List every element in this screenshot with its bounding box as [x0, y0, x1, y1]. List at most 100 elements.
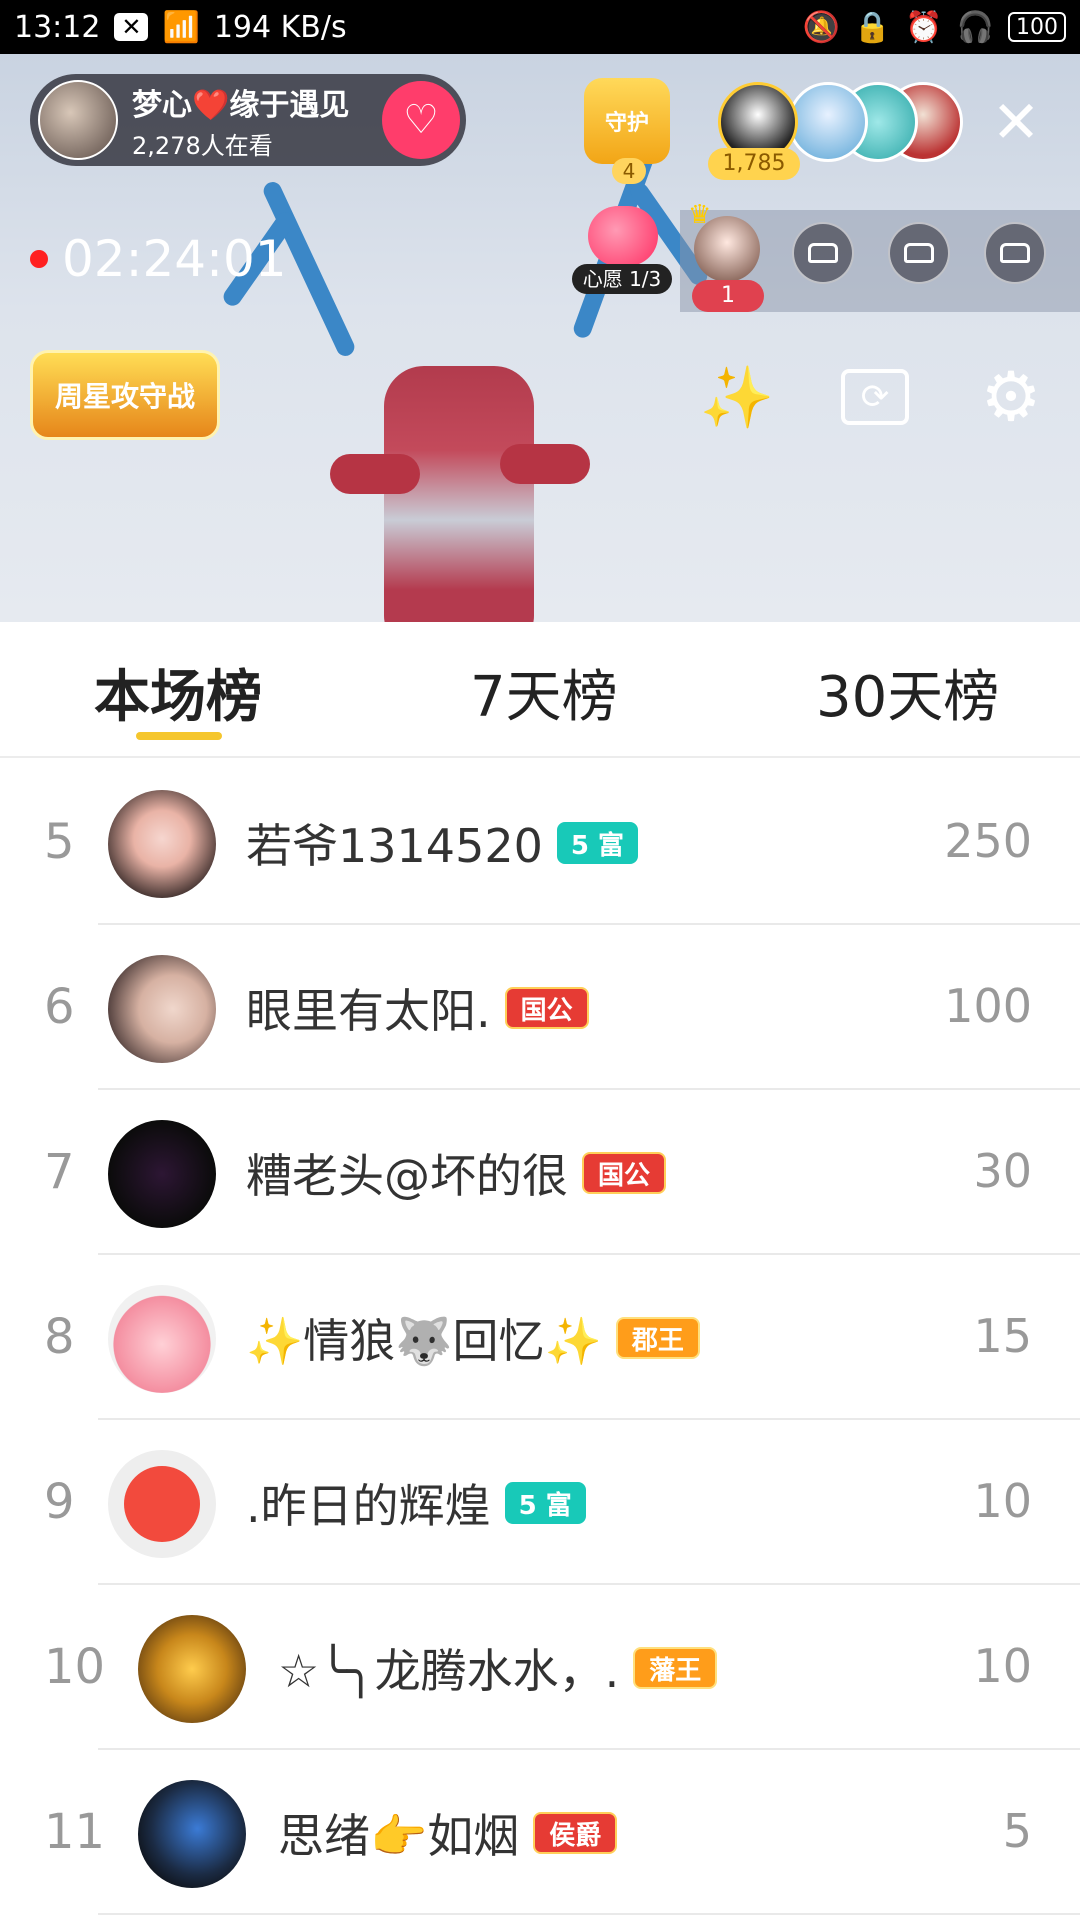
user-level-badge: 国公	[582, 1152, 667, 1194]
camera-switch-icon: ⟳	[841, 369, 909, 425]
empty-seat[interactable]	[888, 222, 950, 284]
user-level-badge: 郡王	[615, 1317, 700, 1359]
status-left: 13:12 ✕ 📶 194 KB/s	[14, 10, 347, 45]
rank-number: 5	[44, 814, 75, 870]
rank-number: 8	[44, 1309, 75, 1365]
ranking-row[interactable]: 7 糟老头@坏的很 国公 30	[0, 1090, 1080, 1255]
heart-plus-icon: ♡	[403, 97, 439, 143]
timer-text: 02:24:01	[62, 230, 287, 288]
user-level-badge: 藩王	[633, 1647, 718, 1689]
settings-button[interactable]: ⚙	[974, 357, 1048, 437]
seat-bar: ♛ 1	[680, 200, 1080, 312]
user-score: 30	[973, 1144, 1032, 1198]
divider	[98, 1913, 1080, 1915]
live-timer: 02:24:01	[30, 230, 287, 288]
user-name: ✨情狼🐺回忆✨	[246, 1314, 602, 1368]
event-badge-label: 周星攻守战	[54, 380, 195, 413]
ranking-row[interactable]: 10 ☆╰╮龙腾水水，. 藩王 10	[0, 1585, 1080, 1750]
live-video[interactable]: 梦心❤️缘于遇见 2,278人在看 ♡ 守护 4 1,785 ✕ 02:24:0…	[0, 54, 1080, 622]
status-time: 13:12	[14, 9, 101, 45]
user-level-badge: 5 富	[504, 1482, 586, 1524]
alarm-icon: ⏰	[905, 9, 943, 45]
user-avatar[interactable]	[108, 1450, 216, 1558]
guard-count: 4	[612, 158, 646, 184]
user-name-group: ☆╰╮龙腾水水，. 藩王	[278, 1635, 718, 1701]
user-level-badge: 国公	[504, 987, 589, 1029]
user-score: 15	[973, 1309, 1032, 1363]
user-level-badge: 侯爵	[533, 1812, 618, 1854]
ranking-list: 5 若爷1314520 5 富 250 6 眼里有太阳. 国公 100 7 糟老…	[0, 760, 1080, 1915]
viewer-count: 2,278人在看	[132, 131, 273, 160]
user-avatar[interactable]	[138, 1615, 246, 1723]
user-score: 10	[973, 1474, 1032, 1528]
host-info-pill[interactable]: 梦心❤️缘于遇见 2,278人在看 ♡	[30, 74, 466, 166]
switch-camera-button[interactable]: ⟳	[838, 360, 912, 434]
crown-icon: ♛	[688, 200, 712, 230]
ranking-row[interactable]: 6 眼里有太阳. 国公 100	[0, 925, 1080, 1090]
ranking-row[interactable]: 11 思绪👉如烟 侯爵 5	[0, 1750, 1080, 1915]
event-badge[interactable]: 周星攻守战	[30, 350, 220, 440]
rank-number: 7	[44, 1144, 75, 1200]
host-info: 梦心❤️缘于遇见 2,278人在看	[132, 80, 349, 161]
magic-wand-icon: ✨	[699, 362, 775, 433]
user-score: 10	[973, 1639, 1032, 1693]
guard-crown-icon: 守护	[584, 78, 670, 164]
user-name-group: 眼里有太阳. 国公	[246, 975, 589, 1041]
user-avatar[interactable]	[138, 1780, 246, 1888]
net-speed: 194 KB/s	[213, 9, 347, 45]
app-root: 13:12 ✕ 📶 194 KB/s 🔕 🔒 ⏰ 🎧 100 梦心❤️缘于遇见 …	[0, 0, 1080, 1920]
host-avatar[interactable]	[38, 80, 118, 160]
rank-number: 6	[44, 979, 75, 1035]
user-name-group: 思绪👉如烟 侯爵	[278, 1800, 618, 1866]
battery-indicator: 100	[1008, 12, 1066, 42]
user-avatar[interactable]	[108, 955, 216, 1063]
sofa-icon	[1000, 243, 1030, 263]
user-avatar[interactable]	[108, 1120, 216, 1228]
user-name: 思绪👉如烟	[278, 1809, 520, 1863]
deer-ear-right	[500, 444, 590, 484]
default-avatar-icon	[124, 1466, 200, 1542]
tab-7-days[interactable]: 7天榜	[470, 652, 618, 733]
mute-icon: 🔕	[802, 9, 840, 45]
empty-seat[interactable]	[792, 222, 854, 284]
guard-badge[interactable]: 守护 4	[584, 78, 676, 188]
status-right: 🔕 🔒 ⏰ 🎧 100	[803, 10, 1066, 45]
magic-button[interactable]: ✨	[699, 360, 775, 434]
wish-label: 心愿 1/3	[572, 264, 672, 294]
audience-count: 1,785	[708, 148, 800, 180]
user-level-badge: 5 富	[556, 822, 639, 864]
sofa-icon	[904, 243, 934, 263]
user-name: ☆╰╮龙腾水水，.	[278, 1644, 620, 1698]
rank-number: 10	[44, 1639, 106, 1695]
lock-rotation-icon: 🔒	[853, 9, 892, 45]
ranking-row[interactable]: 5 若爷1314520 5 富 250	[0, 760, 1080, 925]
wifi-icon: 📶	[162, 9, 200, 45]
user-score: 100	[944, 979, 1032, 1033]
audience-avatar[interactable]	[788, 82, 868, 162]
rank-number: 11	[44, 1804, 106, 1860]
ranking-row[interactable]: 8 ✨情狼🐺回忆✨ 郡王 15	[0, 1255, 1080, 1420]
user-avatar[interactable]	[108, 1285, 216, 1393]
user-name-group: 糟老头@坏的很 国公	[246, 1140, 667, 1206]
rank-number: 9	[44, 1474, 75, 1530]
active-tab-indicator	[136, 732, 222, 740]
tab-current-session[interactable]: 本场榜	[94, 652, 262, 733]
gear-icon: ⚙	[980, 357, 1042, 437]
empty-seat[interactable]	[984, 222, 1046, 284]
close-button[interactable]: ✕	[984, 90, 1048, 154]
ranking-row[interactable]: 9 .昨日的辉煌 5 富 10	[0, 1420, 1080, 1585]
notification-x-icon: ✕	[114, 13, 149, 41]
sofa-icon	[808, 243, 838, 263]
user-name-group: 若爷1314520 5 富	[246, 810, 639, 876]
user-name-group: ✨情狼🐺回忆✨ 郡王	[246, 1305, 700, 1371]
user-avatar[interactable]	[108, 790, 216, 898]
follow-button[interactable]: ♡	[382, 81, 460, 159]
headphones-icon: 🎧	[956, 9, 994, 45]
tab-30-days[interactable]: 30天榜	[816, 652, 999, 733]
user-score: 5	[1002, 1804, 1032, 1858]
wish-widget[interactable]: 心愿 1/3	[572, 206, 672, 296]
user-name: 眼里有太阳.	[246, 984, 491, 1038]
audience-avatars[interactable]: 1,785	[708, 82, 963, 180]
status-bar: 13:12 ✕ 📶 194 KB/s 🔕 🔒 ⏰ 🎧 100	[0, 0, 1080, 54]
seat-rank-badge: 1	[692, 280, 764, 312]
